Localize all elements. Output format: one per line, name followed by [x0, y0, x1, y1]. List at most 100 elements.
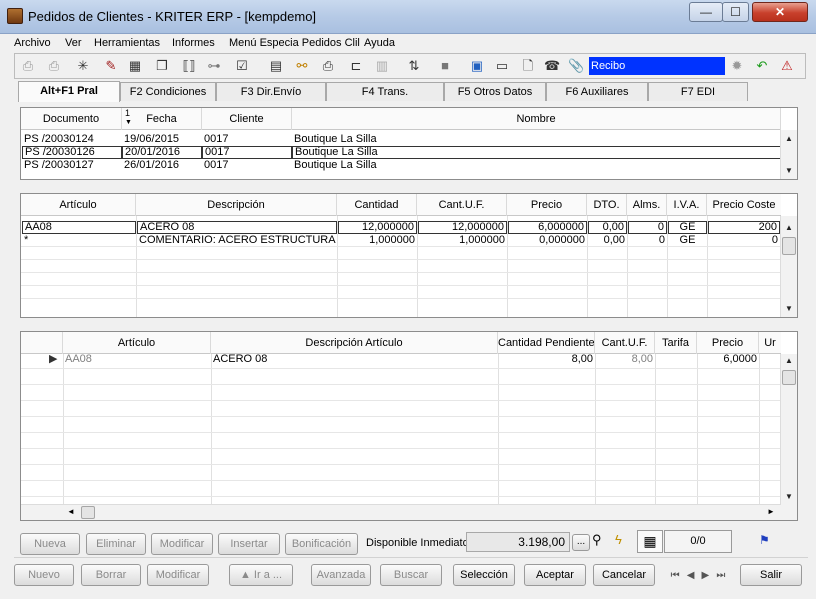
- menu-informes[interactable]: Informes: [172, 37, 215, 49]
- eliminar-button[interactable]: Eliminar: [86, 533, 146, 555]
- column-precio[interactable]: Precio: [507, 194, 587, 216]
- scroll-down-icon[interactable]: ▼: [781, 302, 797, 316]
- stop-icon[interactable]: ■: [437, 58, 453, 74]
- column-documento[interactable]: Documento: [21, 108, 122, 130]
- buscar-button[interactable]: Buscar: [380, 564, 442, 586]
- tools-icon[interactable]: ✳: [75, 58, 91, 74]
- insertar-button[interactable]: Insertar: [218, 533, 280, 555]
- lines-scrollbar[interactable]: ▲ ▼: [780, 216, 797, 317]
- column-precio[interactable]: Precio: [697, 332, 759, 354]
- printer-icon[interactable]: ⎙: [320, 58, 336, 74]
- prev-record-icon[interactable]: ◀: [687, 570, 695, 581]
- column-articulo[interactable]: Artículo: [21, 194, 136, 216]
- column-dto[interactable]: DTO.: [587, 194, 627, 216]
- grid-view-icon[interactable]: ▦: [637, 530, 663, 553]
- nueva-button[interactable]: Nueva: [20, 533, 80, 555]
- grid-icon[interactable]: ▤: [268, 58, 284, 74]
- column-iva[interactable]: I.V.A.: [667, 194, 707, 216]
- pending-vscrollbar[interactable]: ▲ ▼: [780, 354, 797, 520]
- table-row[interactable]: PS /20030127 26/01/2016 0017 Boutique La…: [21, 159, 781, 172]
- column-descripcion-articulo[interactable]: Descripción Artículo: [211, 332, 498, 354]
- column-tarifa[interactable]: Tarifa: [655, 332, 697, 354]
- next-record-icon[interactable]: ▶: [702, 570, 710, 581]
- disponible-lookup-button[interactable]: ...: [572, 534, 590, 551]
- exit-icon[interactable]: ⚠: [779, 58, 795, 74]
- tab-auxiliares[interactable]: F6 Auxiliares: [546, 82, 648, 101]
- salir-button[interactable]: Salir: [740, 564, 802, 586]
- table-row[interactable]: PS /20030124 19/06/2015 0017 Boutique La…: [21, 133, 781, 146]
- column-cant-uf[interactable]: Cant.U.F.: [417, 194, 507, 216]
- menu-ayuda[interactable]: Ayuda: [364, 37, 395, 49]
- hierarchy-icon[interactable]: ⊏: [348, 58, 364, 74]
- avanzada-button[interactable]: Avanzada: [311, 564, 371, 586]
- column-cantidad-pendiente[interactable]: Cantidad Pendiente: [498, 332, 595, 354]
- last-record-icon[interactable]: ⏭: [716, 570, 725, 581]
- menu-herramientas[interactable]: Herramientas: [94, 37, 160, 49]
- bonificacion-button[interactable]: Bonificación: [285, 533, 358, 555]
- scroll-up-icon[interactable]: ▲: [781, 221, 797, 235]
- scroll-up-icon[interactable]: ▲: [781, 132, 797, 146]
- calculator-icon[interactable]: ▦: [127, 58, 143, 74]
- print-icon[interactable]: ⎙: [46, 58, 62, 74]
- tab-condiciones[interactable]: F2 Condiciones: [120, 82, 216, 101]
- tab-principal[interactable]: Alt+F1 Pral: [18, 81, 120, 102]
- column-alms[interactable]: Alms.: [627, 194, 667, 216]
- recibo-field[interactable]: Recibo: [589, 57, 725, 75]
- tab-direccion-envio[interactable]: F3 Dir.Envío: [216, 82, 326, 101]
- document-icon[interactable]: ▭: [494, 58, 510, 74]
- scroll-down-icon[interactable]: ▼: [781, 490, 797, 504]
- undo-icon[interactable]: ↶: [754, 58, 770, 74]
- brackets-icon[interactable]: ⟦⟧: [181, 58, 197, 74]
- page-icon[interactable]: 🗋: [520, 58, 536, 74]
- sort-icon[interactable]: ⇅: [406, 58, 422, 74]
- scroll-right-icon[interactable]: ►: [767, 507, 775, 516]
- minimize-button[interactable]: —: [689, 2, 723, 22]
- table-row[interactable]: * COMENTARIO: ACERO ESTRUCTURA 1,000000 …: [21, 234, 781, 247]
- preview-icon[interactable]: ⎙: [20, 58, 36, 74]
- link-icon[interactable]: ⚯: [294, 58, 310, 74]
- copy-icon[interactable]: ❐: [154, 58, 170, 74]
- close-button[interactable]: ✕: [752, 2, 808, 22]
- modificar-line-button[interactable]: Modificar: [151, 533, 213, 555]
- column-cant-uf[interactable]: Cant.U.F.: [595, 332, 655, 354]
- scroll-left-icon[interactable]: ◄: [67, 507, 75, 516]
- tab-otros-datos[interactable]: F5 Otros Datos: [444, 82, 546, 101]
- binoculars-icon[interactable]: ⚲: [592, 532, 602, 548]
- column-cantidad[interactable]: Cantidad: [337, 194, 417, 216]
- modificar-button[interactable]: Modificar: [147, 564, 209, 586]
- scroll-thumb[interactable]: [782, 370, 796, 385]
- scroll-down-icon[interactable]: ▼: [781, 164, 797, 178]
- scroll-up-icon[interactable]: ▲: [781, 354, 797, 368]
- maximize-button[interactable]: ☐: [722, 2, 749, 22]
- aceptar-button[interactable]: Aceptar: [524, 564, 586, 586]
- column-precio-coste[interactable]: Precio Coste: [707, 194, 781, 216]
- ir-a-button[interactable]: ▲ Ir a ...: [229, 564, 293, 586]
- table-row-selected[interactable]: PS /20030126 20/01/2016 0017 Boutique La…: [21, 146, 781, 159]
- chart-icon[interactable]: ▣: [469, 58, 485, 74]
- tab-edi[interactable]: F7 EDI: [648, 82, 748, 101]
- table-row-selected[interactable]: AA08 ACERO 08 12,000000 12,000000 6,0000…: [21, 221, 781, 234]
- scroll-thumb[interactable]: [782, 237, 796, 255]
- orders-scrollbar[interactable]: ▲ ▼: [780, 130, 797, 179]
- menu-ver[interactable]: Ver: [65, 37, 82, 49]
- first-record-icon[interactable]: ⏮: [671, 570, 680, 581]
- menu-especial-pedidos[interactable]: Menú Especia Pedidos Clil: [229, 37, 360, 49]
- column-fecha[interactable]: 1 ▼ Fecha: [122, 108, 202, 130]
- column-descripcion[interactable]: Descripción: [136, 194, 337, 216]
- pending-hscrollbar[interactable]: ◄ ►: [21, 504, 781, 520]
- column-nombre[interactable]: Nombre: [292, 108, 781, 130]
- menu-archivo[interactable]: Archivo: [14, 37, 51, 49]
- edit-icon[interactable]: ✎: [103, 58, 119, 74]
- column-articulo[interactable]: Artículo: [63, 332, 211, 354]
- hscroll-thumb[interactable]: [81, 506, 95, 519]
- cancelar-button[interactable]: Cancelar: [593, 564, 655, 586]
- borrar-button[interactable]: Borrar: [81, 564, 141, 586]
- phone-icon[interactable]: ☎: [544, 58, 560, 74]
- column-cliente[interactable]: Cliente: [202, 108, 292, 130]
- bulb-icon[interactable]: ✹: [729, 58, 745, 74]
- seleccion-button[interactable]: Selección: [453, 564, 515, 586]
- tree-icon[interactable]: ⊶: [206, 58, 222, 74]
- column-ur[interactable]: Ur: [759, 332, 781, 354]
- table-icon[interactable]: ▥: [374, 58, 390, 74]
- form-icon[interactable]: ☑: [234, 58, 250, 74]
